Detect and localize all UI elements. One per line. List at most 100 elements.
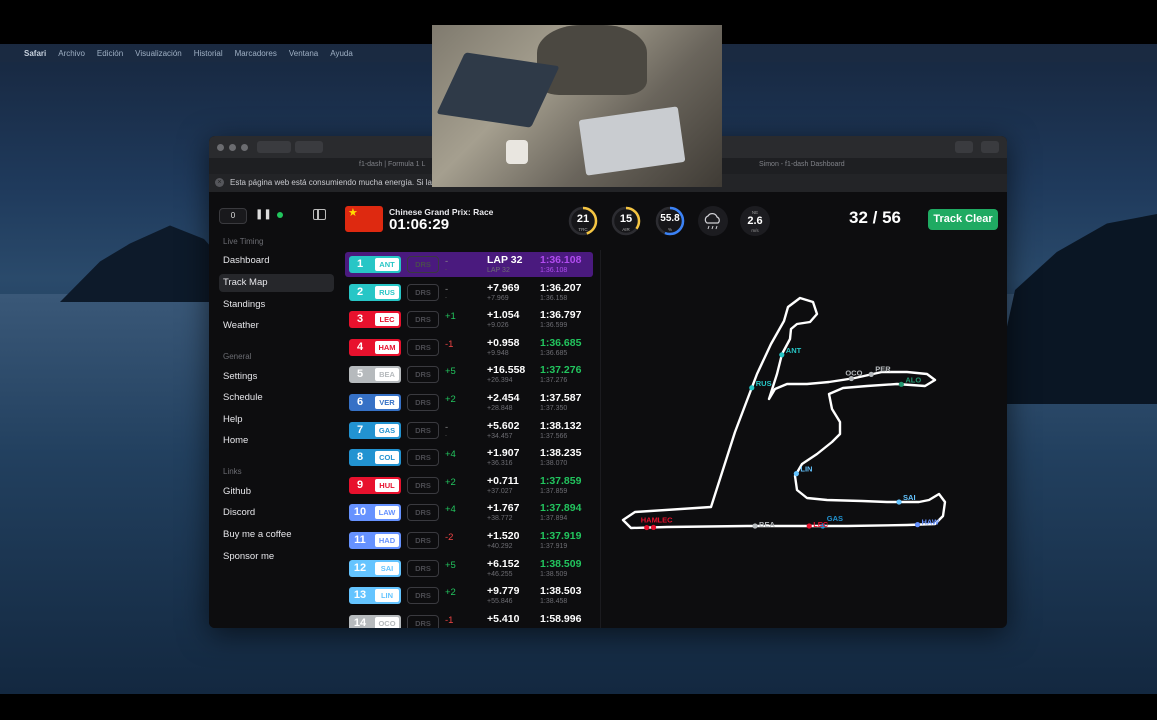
standings-row[interactable]: 3 LEC DRS +1 +1.054 +9.026 1:36.797 1:36.599	[345, 307, 593, 332]
track-status-badge: Track Clear	[928, 209, 998, 230]
driver-code: HUL	[375, 478, 399, 492]
lap-time: 1:36.685 1:36.685	[540, 336, 582, 357]
drs-indicator: DRS	[407, 559, 439, 577]
window-minimize-button[interactable]	[229, 144, 236, 151]
driver-code: OCO	[375, 616, 399, 628]
driver-code: GAS	[375, 423, 399, 437]
position-change: +2	[445, 394, 456, 405]
sidebar-item-dashboard[interactable]: Dashboard	[219, 252, 334, 270]
menubar-item-ayuda[interactable]: Ayuda	[330, 49, 353, 58]
lap-time: 1:37.919 1:37.919	[540, 530, 582, 550]
driver-marker[interactable]	[644, 524, 650, 531]
gap-to-ahead: +0.958 +9.948	[487, 336, 520, 357]
sidebar-toggle-button[interactable]	[295, 141, 323, 153]
track-map: ANTALOOCO PERLINRUSSAIHAWGASLECBEAHAM LEC	[621, 296, 947, 531]
menubar-item-edicion[interactable]: Edición	[97, 49, 123, 58]
sidebar-section-links: Links	[223, 467, 242, 476]
sidebar-toggle-icon[interactable]	[313, 209, 326, 220]
cloud-rain-icon	[698, 206, 728, 236]
browser-window: f1-dash | Formula 1 L Simon - f1-dash Da…	[209, 136, 1007, 628]
standings-row[interactable]: 1 ANT DRS - - LAP 32 LAP 32 1:36.108 1:36.108	[345, 252, 593, 277]
driver-position: 13	[353, 589, 367, 602]
driver-code: LIN	[375, 589, 399, 603]
menubar-item-ventana[interactable]: Ventana	[289, 49, 318, 58]
standings-row[interactable]: 2 RUS DRS - - +7.969 +7.969 1:36.207 1:36.158	[345, 280, 593, 305]
china-flag-icon: ★	[345, 206, 383, 232]
gap-to-ahead: +1.520 +40.292	[487, 530, 520, 550]
live-indicator	[277, 212, 283, 218]
menubar-item-marcadores[interactable]: Marcadores	[235, 49, 277, 58]
share-button[interactable]	[955, 141, 973, 153]
driver-marker[interactable]	[793, 471, 799, 477]
sidebar-item-sponsor[interactable]: Sponsor me	[219, 548, 334, 566]
webcam-laptop	[436, 52, 560, 128]
lap-time: 1:38.235 1:38.070	[540, 447, 582, 468]
lap-counter: 32 / 56	[849, 208, 901, 227]
session-header: ★ Chinese Grand Prix: Race 01:06:29 21 T…	[339, 192, 1007, 244]
driver-marker[interactable]	[752, 523, 758, 529]
gap-to-ahead: +1.907 +36.316	[487, 447, 520, 468]
driver-marker[interactable]	[868, 371, 874, 377]
standings-row[interactable]: 8 COL DRS +4 +1.907 +36.316 1:38.235 1:38.070	[345, 445, 593, 470]
sidebar-item-help[interactable]: Help	[219, 411, 334, 429]
driver-position: 6	[356, 396, 364, 408]
webcam-overlay	[432, 25, 722, 187]
sidebar-item-track-map[interactable]: Track Map	[219, 274, 334, 292]
position-change: +1	[445, 311, 456, 323]
menubar-item-visualizacion[interactable]: Visualización	[135, 49, 182, 58]
standings-row[interactable]: 4 HAM DRS -1 +0.958 +9.948 1:36.685 1:36.685	[345, 335, 593, 360]
menubar-item-historial[interactable]: Historial	[194, 49, 223, 58]
tab-simon-dashboard[interactable]: Simon - f1-dash Dashboard	[759, 161, 845, 168]
driver-marker[interactable]	[650, 524, 657, 530]
window-zoom-button[interactable]	[241, 144, 248, 151]
sidebar-item-weather[interactable]: Weather	[219, 317, 334, 335]
sidebar-item-settings[interactable]: Settings	[219, 368, 334, 386]
wallpaper-cliff	[990, 214, 1157, 404]
driver-badge: 7 GAS	[349, 421, 401, 439]
driver-marker[interactable]	[779, 352, 785, 358]
menubar-app-name[interactable]: Safari	[24, 49, 46, 58]
driver-marker[interactable]	[806, 523, 812, 529]
close-icon[interactable]: ×	[215, 178, 224, 188]
drs-indicator: DRS	[407, 614, 439, 628]
sidebar-section-live-timing: Live Timing	[223, 237, 264, 246]
standings-row[interactable]: 10 LAW DRS +4 +1.767 +38.772 1:37.894 1:37.894	[345, 500, 593, 525]
driver-code: HAD	[375, 534, 399, 547]
driver-marker[interactable]	[898, 381, 904, 387]
wind-indicator: NE 2.6 m/s	[740, 206, 770, 236]
track-temp-gauge: 21 TRC	[568, 206, 598, 236]
lap-time: 1:38.132 1:37.566	[540, 419, 582, 440]
standings-row[interactable]: 7 GAS DRS - - +5.602 +34.457 1:38.132 1:37.566	[345, 418, 593, 443]
driver-marker[interactable]	[896, 499, 902, 505]
menubar-item-archivo[interactable]: Archivo	[58, 49, 85, 58]
driver-marker-label: GAS	[827, 514, 843, 523]
driver-marker[interactable]	[914, 522, 921, 528]
standings-row[interactable]: 9 HUL DRS +2 +0.711 +37.027 1:37.859 1:37.859	[345, 473, 593, 498]
standings-row[interactable]: 6 VER DRS +2 +2.454 +28.848 1:37.587 1:37.350	[345, 390, 593, 415]
standings-row[interactable]: 14 OCO DRS -1 +5.410 1:58.996	[345, 611, 593, 628]
position-change: +2	[445, 587, 456, 599]
standings-row[interactable]: 11 HAD DRS -2 +1.520 +40.292 1:37.919 1:37.919	[345, 528, 593, 553]
standings-row[interactable]: 13 LIN DRS +2 +9.779 +55.846 1:38.503 1:38.458	[345, 583, 593, 608]
standings-row[interactable]: 12 SAI DRS +5 +6.152 +46.255 1:38.509 1:38.509	[345, 556, 593, 581]
sidebar-item-github[interactable]: Github	[219, 483, 334, 501]
position-change: +2	[445, 476, 456, 488]
driver-badge: 12 SAI	[349, 559, 401, 577]
sidebar-item-discord[interactable]: Discord	[219, 504, 334, 522]
window-close-button[interactable]	[217, 144, 224, 151]
driver-code: SAI	[375, 561, 399, 575]
sidebar-item-schedule[interactable]: Schedule	[219, 389, 334, 407]
delay-input[interactable]: 0	[219, 208, 247, 224]
driver-position: 5	[356, 368, 364, 381]
sidebar-item-buy-coffee[interactable]: Buy me a coffee	[219, 526, 334, 544]
driver-marker[interactable]	[749, 385, 755, 391]
back-forward-buttons[interactable]	[257, 141, 291, 153]
driver-badge: 11 HAD	[349, 532, 401, 549]
sidebar-item-home[interactable]: Home	[219, 432, 334, 450]
pause-icon[interactable]: ❚❚	[255, 208, 272, 222]
standings-row[interactable]: 5 BEA DRS +5 +16.558 +26.394 1:37.276 1:37.276	[345, 362, 593, 387]
tab-overview-button[interactable]	[981, 141, 999, 153]
tab-f1-dash[interactable]: f1-dash | Formula 1 L	[359, 161, 425, 168]
gap-to-ahead: +6.152 +46.255	[487, 557, 520, 578]
sidebar-item-standings[interactable]: Standings	[219, 296, 334, 314]
